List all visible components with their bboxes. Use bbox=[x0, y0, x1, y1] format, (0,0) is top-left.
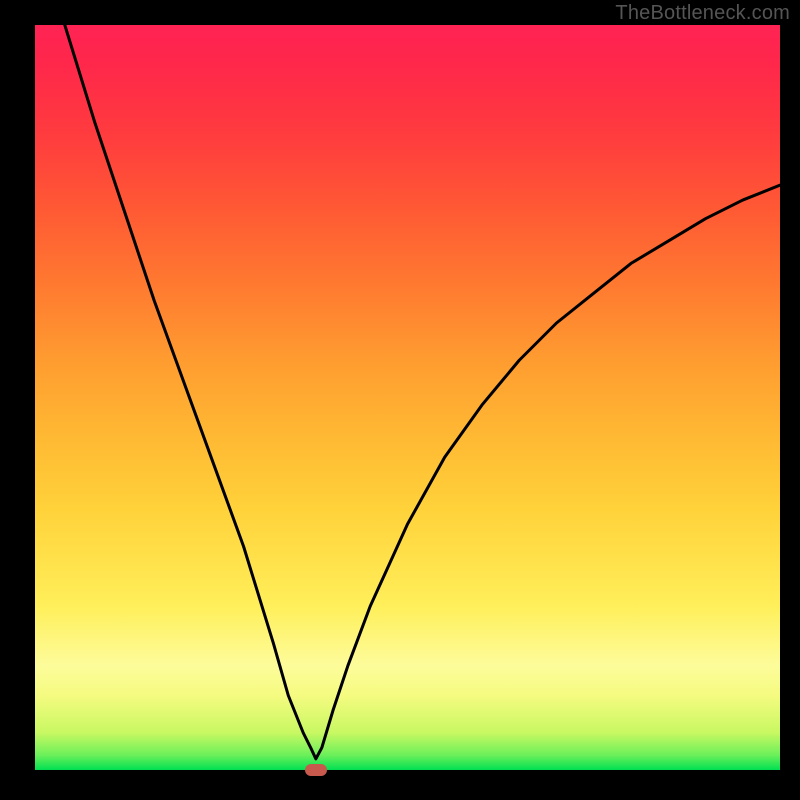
chart-main-curve bbox=[65, 25, 780, 759]
watermark-text: TheBottleneck.com bbox=[615, 2, 790, 25]
chart-plot-area bbox=[35, 25, 780, 770]
chart-minimum-marker bbox=[305, 764, 327, 776]
chart-svg bbox=[35, 25, 780, 770]
